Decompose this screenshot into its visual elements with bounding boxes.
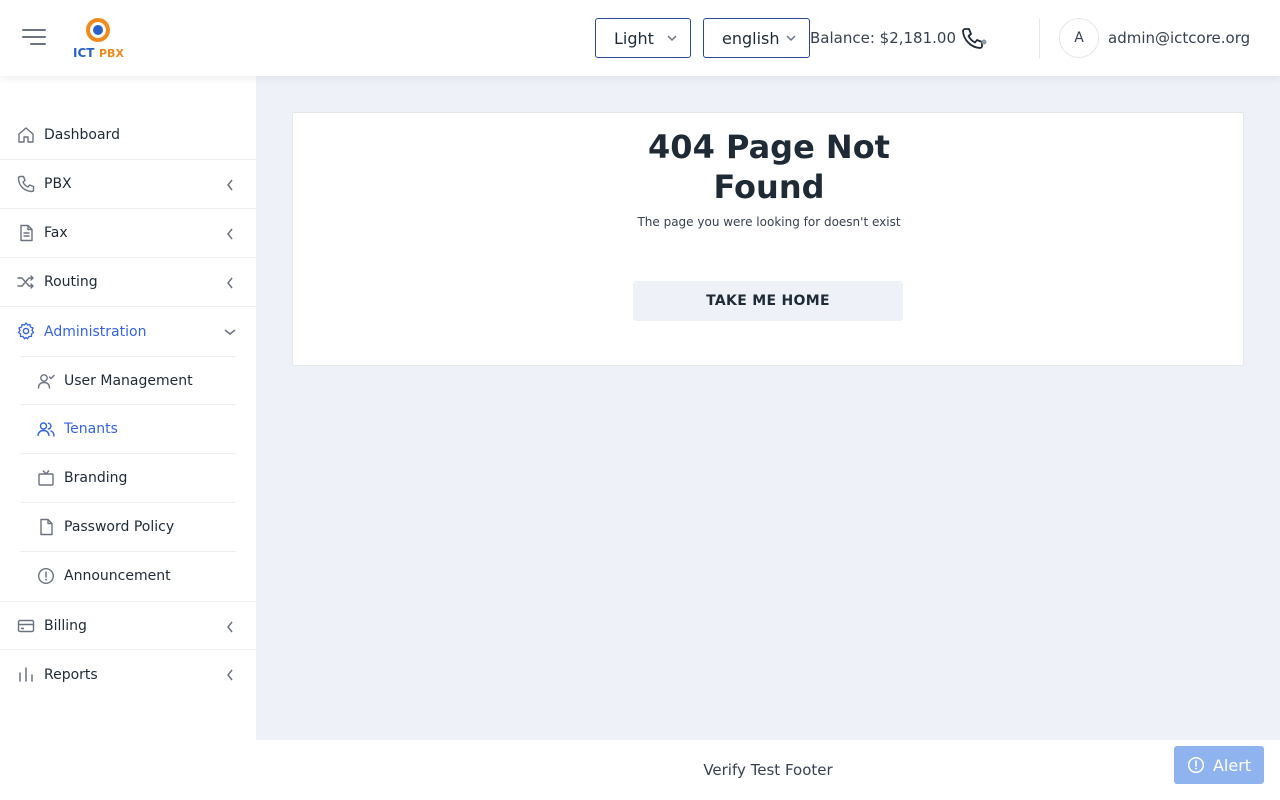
not-found-card: 404 Page Not Found The page you were loo…: [292, 112, 1244, 366]
chevron-left-icon: [227, 669, 233, 681]
footer: Verify Test Footer: [256, 740, 1280, 800]
page-title: 404 Page Not Found: [293, 127, 1245, 207]
file-icon: [40, 518, 53, 536]
sidebar-subitem-label: Announcement: [64, 568, 171, 584]
sidebar-item-reports[interactable]: Reports: [0, 650, 256, 699]
balance-display: Balance: $2,181.00: [810, 29, 956, 47]
sidebar-subitem-label: Branding: [64, 470, 128, 486]
user-email[interactable]: admin@ictcore.org: [1108, 29, 1250, 47]
bar-chart-icon: [19, 667, 33, 682]
sidebar-item-label: Routing: [44, 274, 98, 290]
header-divider: [1039, 18, 1040, 58]
user-check-icon: [37, 374, 55, 389]
sidebar-item-label: Administration: [44, 323, 147, 340]
users-icon: [37, 422, 55, 437]
sidebar-item-label: Dashboard: [44, 127, 120, 143]
chevron-left-icon: [227, 179, 233, 191]
sidebar-item-pbx[interactable]: PBX: [0, 160, 256, 209]
home-icon: [18, 127, 34, 143]
credit-card-icon: [17, 619, 35, 633]
alert-button-label: Alert: [1212, 755, 1252, 775]
take-me-home-button[interactable]: TAKE ME HOME: [633, 281, 903, 321]
chevron-down-icon: [224, 329, 236, 335]
page-title-line-2: Found: [713, 168, 825, 206]
svg-text:ICT: ICT: [73, 46, 95, 60]
app-logo[interactable]: ICT PBX: [72, 16, 124, 60]
alert-button[interactable]: Alert: [1174, 746, 1264, 784]
document-icon: [20, 224, 33, 242]
chevron-down-icon: [667, 35, 677, 42]
page-title-line-1: 404 Page Not: [648, 128, 890, 166]
phone-icon: [17, 175, 35, 193]
page-subtitle: The page you were looking for doesn't ex…: [637, 215, 901, 229]
chevron-left-icon: [227, 621, 233, 633]
alert-circle-icon: [1187, 756, 1205, 774]
sidebar-subitem-branding[interactable]: Branding: [20, 454, 236, 503]
sidebar-item-label: Billing: [44, 617, 87, 634]
footer-text: Verify Test Footer: [703, 761, 833, 779]
sidebar: Dashboard PBX Fax Routing Administration…: [0, 76, 256, 800]
sidebar-subitem-label: Tenants: [64, 421, 118, 437]
sidebar-subitem-password-policy[interactable]: Password Policy: [20, 503, 236, 552]
sidebar-item-billing[interactable]: Billing: [0, 601, 256, 650]
theme-select[interactable]: Light: [595, 18, 691, 58]
chevron-left-icon: [227, 228, 233, 240]
language-select-value: english: [722, 28, 780, 48]
sidebar-subitem-announcement[interactable]: Announcement: [20, 552, 236, 601]
sidebar-subitem-label: User Management: [64, 373, 193, 389]
chevron-down-icon: [786, 35, 796, 42]
gear-icon: [17, 322, 35, 340]
language-select[interactable]: english: [703, 18, 810, 58]
menu-toggle-icon[interactable]: [22, 27, 46, 47]
top-header: ICT PBX Light english Balance: $2,181.00…: [0, 0, 1280, 76]
sidebar-item-label: Reports: [44, 666, 98, 683]
sidebar-item-dashboard[interactable]: Dashboard: [0, 111, 256, 160]
sidebar-item-administration[interactable]: Administration: [0, 307, 256, 356]
sidebar-item-fax[interactable]: Fax: [0, 209, 256, 258]
tv-icon: [38, 470, 54, 486]
sidebar-item-label: PBX: [44, 176, 72, 192]
phone-status-icon[interactable]: [961, 27, 987, 49]
sidebar-subitem-tenants[interactable]: Tenants: [20, 405, 236, 454]
avatar[interactable]: A: [1059, 18, 1099, 58]
chevron-left-icon: [227, 277, 233, 289]
sidebar-item-label: Fax: [44, 225, 68, 241]
sidebar-subitem-user-management[interactable]: User Management: [20, 356, 236, 405]
shuffle-icon: [17, 275, 34, 289]
sidebar-subitem-label: Password Policy: [64, 519, 175, 535]
svg-text:PBX: PBX: [99, 47, 124, 60]
theme-select-value: Light: [614, 28, 654, 48]
alert-circle-icon: [37, 567, 55, 585]
sidebar-item-routing[interactable]: Routing: [0, 258, 256, 307]
